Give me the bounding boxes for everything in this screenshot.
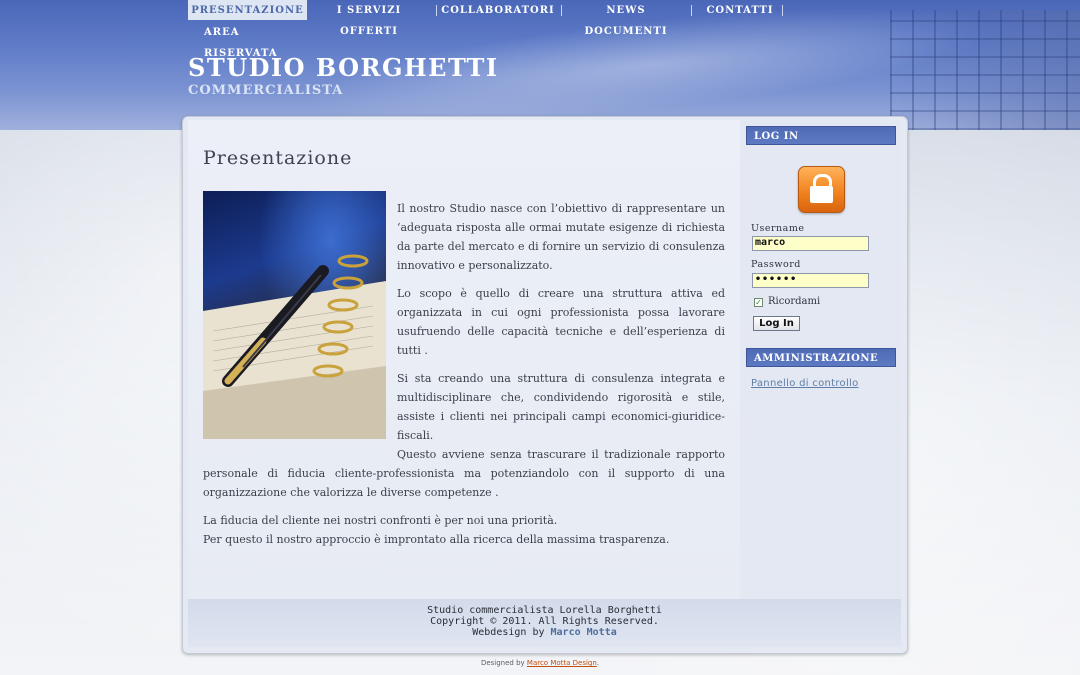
nav-item-contatti[interactable]: CONTATTI bbox=[695, 0, 785, 20]
remember-label: Ricordami bbox=[768, 296, 821, 307]
footer-webdesign-prefix: Webdesign by bbox=[472, 627, 545, 638]
nav-separator bbox=[561, 5, 562, 16]
username-label: Username bbox=[751, 223, 805, 234]
admin-heading: AMMINISTRAZIONE bbox=[746, 348, 896, 367]
nav-item-presentazione[interactable]: PRESENTAZIONE bbox=[188, 0, 307, 20]
login-heading: LOG IN bbox=[746, 126, 896, 145]
password-label: Password bbox=[751, 259, 801, 270]
paragraph-struttura: Si sta creando una struttura di consulen… bbox=[397, 372, 725, 442]
fiducia-line-2: Per questo il nostro approccio è impront… bbox=[203, 533, 670, 546]
paragraph-intro: Il nostro Studio nasce con l’obiettivo d… bbox=[397, 202, 725, 272]
paragraph-scopo: Lo scopo è quello di creare una struttur… bbox=[397, 287, 725, 357]
nav-item-servizi[interactable]: I SERVIZI OFFERTI bbox=[308, 0, 430, 37]
footer: Studio commercialista Lorella Borghetti … bbox=[188, 599, 901, 647]
paragraph-rapporto: Questo avviene senza trascurare il tradi… bbox=[203, 448, 725, 499]
agenda-pen-photo bbox=[203, 191, 386, 439]
nav-separator bbox=[691, 5, 692, 16]
nav-separator bbox=[782, 5, 783, 16]
page-title: Presentazione bbox=[203, 147, 353, 169]
nav-separator bbox=[436, 5, 437, 16]
nav-item-news-documenti[interactable]: NEWS DOCUMENTI bbox=[566, 0, 686, 37]
footer-copyright: Copyright © 2011. All Rights Reserved. bbox=[430, 616, 659, 627]
designer-credit: Designed by Marco Motta Design. bbox=[0, 659, 1080, 667]
site-title: STUDIO BORGHETTI bbox=[188, 53, 499, 82]
footer-webdesign: Webdesign by Marco Motta bbox=[188, 627, 901, 638]
lock-icon bbox=[798, 166, 845, 213]
credit-prefix: Designed by bbox=[480, 659, 525, 667]
credit-suffix: . bbox=[596, 659, 600, 667]
footer-webdesign-name[interactable]: Marco Motta bbox=[551, 627, 617, 638]
username-input[interactable]: marco bbox=[752, 236, 869, 251]
control-panel-link[interactable]: Pannello di controllo bbox=[751, 378, 859, 389]
header-building-image bbox=[890, 10, 1080, 130]
site-subtitle: COMMERCIALISTA bbox=[188, 83, 344, 98]
main-nav: PRESENTAZIONE I SERVIZI OFFERTI COLLABOR… bbox=[188, 0, 808, 59]
nav-item-collaboratori[interactable]: COLLABORATORI bbox=[440, 0, 556, 20]
remember-checkbox[interactable]: ✓ bbox=[754, 298, 763, 307]
credit-link[interactable]: Marco Motta Design bbox=[527, 659, 597, 667]
paragraph-fiducia: La fiducia del cliente nei nostri confro… bbox=[203, 511, 725, 549]
login-button[interactable]: Log In bbox=[753, 316, 800, 331]
fiducia-line-1: La fiducia del cliente nei nostri confro… bbox=[203, 514, 558, 527]
footer-studio-name: Studio commercialista Lorella Borghetti bbox=[427, 605, 662, 616]
nav-item-area-riservata[interactable]: AREA RISERVATA bbox=[190, 22, 310, 59]
password-input[interactable]: •••••• bbox=[752, 273, 869, 288]
